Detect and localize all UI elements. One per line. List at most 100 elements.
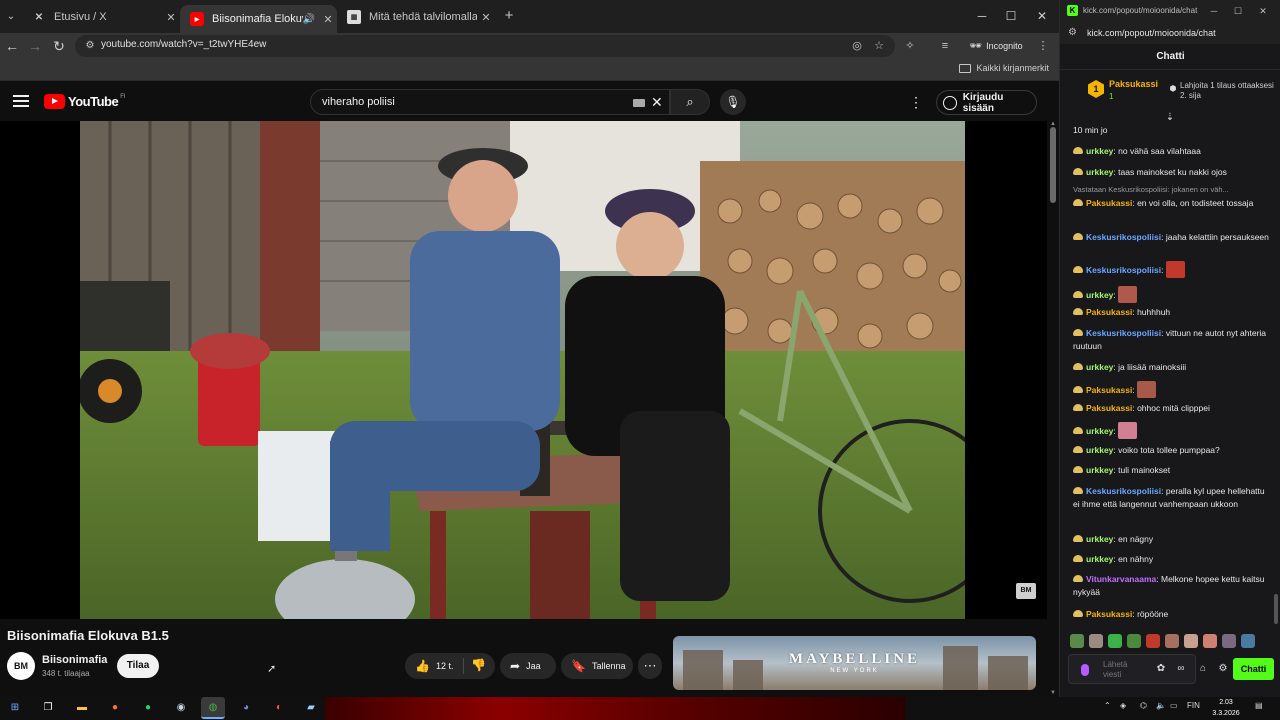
chat-username[interactable]: Keskusrikospoliisi bbox=[1086, 486, 1161, 496]
settings-more-icon[interactable]: ⋮ bbox=[909, 92, 923, 112]
gift-leaderboard[interactable]: 1 Paksukassi 1 ⬢ Lahjoita 1 tilaus ottaa… bbox=[1060, 71, 1280, 113]
discord-icon[interactable]: ◕ bbox=[238, 700, 254, 716]
close-window-icon[interactable]: ✕ bbox=[1256, 4, 1270, 18]
emote-icon[interactable] bbox=[1165, 634, 1179, 648]
scrollbar-thumb[interactable] bbox=[1050, 127, 1056, 203]
chat-message[interactable]: urkkey: bbox=[1073, 422, 1271, 439]
thumbs-down-icon[interactable]: 👎 bbox=[471, 658, 486, 672]
battery-icon[interactable]: ▭ bbox=[1170, 701, 1178, 710]
chat-message[interactable]: Keskusrikospoliisi: bbox=[1073, 261, 1271, 278]
close-tab-icon[interactable]: ✕ bbox=[162, 11, 180, 24]
ad-banner[interactable]: MAYBELLINE NEW YORK bbox=[673, 636, 1036, 690]
chat-username[interactable]: urkkey bbox=[1086, 534, 1113, 544]
close-tab-icon[interactable]: ✕ bbox=[477, 11, 495, 24]
eye-off-icon[interactable]: ◎ bbox=[849, 38, 865, 54]
chat-username[interactable]: urkkey bbox=[1086, 290, 1113, 300]
scroll-down-icon[interactable]: ▼ bbox=[1049, 690, 1057, 696]
chat-username[interactable]: Keskusrikospoliisi bbox=[1086, 265, 1161, 275]
chat-username[interactable]: Paksukassi bbox=[1086, 609, 1132, 619]
file-explorer-icon[interactable]: ▬ bbox=[74, 700, 90, 716]
chat-username[interactable]: Paksukassi bbox=[1086, 403, 1132, 413]
search-input[interactable]: viheraho poliisi ✕ bbox=[310, 89, 670, 115]
chat-message[interactable]: Paksukassi: bbox=[1073, 381, 1271, 398]
menu-icon[interactable] bbox=[13, 95, 29, 109]
address-bar[interactable]: ⚙ youtube.com/watch?v=_t2twYHE4ew ◎ ☆ bbox=[75, 35, 895, 57]
emote-icon[interactable] bbox=[1222, 634, 1236, 648]
video-player[interactable]: BM bbox=[0, 121, 1047, 619]
all-bookmarks-button[interactable]: Kaikki kirjanmerkit bbox=[959, 63, 1049, 73]
youtube-logo[interactable]: YouTube FI bbox=[44, 94, 126, 109]
steam-icon[interactable]: ◉ bbox=[173, 700, 189, 716]
channel-name[interactable]: Biisonimafia bbox=[42, 654, 107, 666]
chat-username[interactable]: urkkey bbox=[1086, 362, 1113, 372]
chat-message[interactable]: urkkey: tuli mainokset bbox=[1073, 464, 1271, 477]
chat-message[interactable]: urkkey: voiko tota tollee pumppaa? bbox=[1073, 444, 1271, 457]
emote-icon[interactable] bbox=[1184, 634, 1198, 648]
chat-message[interactable]: Paksukassi: en voi olla, on todisteet to… bbox=[1073, 197, 1271, 210]
language-indicator[interactable]: FIN bbox=[1187, 701, 1200, 710]
emote-icon[interactable] bbox=[1241, 634, 1255, 648]
send-chat-button[interactable]: Chatti bbox=[1233, 658, 1274, 680]
chat-username[interactable]: Paksukassi bbox=[1086, 198, 1132, 208]
chat-message[interactable]: Paksukassi: ohhoc mitä clipppei bbox=[1073, 402, 1271, 415]
channel-watermark[interactable]: BM bbox=[1016, 583, 1036, 599]
chat-username[interactable]: Vitunkarvanaama bbox=[1086, 574, 1156, 584]
back-icon[interactable]: ← bbox=[1, 35, 23, 57]
tray-app-icon[interactable]: ◈ bbox=[1120, 701, 1126, 710]
spotify-icon[interactable]: ● bbox=[140, 700, 156, 716]
share-button[interactable]: ➦ Jaa bbox=[500, 653, 556, 679]
emote-icon[interactable] bbox=[1127, 634, 1141, 648]
close-tab-icon[interactable]: ✕ bbox=[319, 13, 337, 26]
subscribe-button[interactable]: Tilaa bbox=[117, 654, 159, 678]
volume-icon[interactable]: 🔈 bbox=[1156, 701, 1166, 710]
chat-message[interactable]: urkkey: bbox=[1073, 286, 1271, 303]
emote-icon[interactable] bbox=[1203, 634, 1217, 648]
task-view-icon[interactable]: ❐ bbox=[40, 700, 56, 716]
emote-picker-icon[interactable]: ✿ bbox=[1154, 662, 1168, 676]
link-icon[interactable]: ∞ bbox=[1174, 662, 1188, 676]
chat-username[interactable]: urkkey bbox=[1086, 554, 1113, 564]
microphone-icon[interactable] bbox=[1081, 664, 1089, 676]
collapse-leaderboard-icon[interactable]: ⇣ bbox=[1163, 113, 1177, 123]
chat-username[interactable]: Paksukassi bbox=[1086, 385, 1132, 395]
firefox-icon[interactable]: ● bbox=[107, 700, 123, 716]
channel-avatar[interactable]: BM bbox=[7, 652, 35, 680]
chat-message[interactable]: Vitunkarvanaama: Melkone hopee kettu kai… bbox=[1073, 573, 1271, 599]
new-tab-button[interactable]: + bbox=[500, 7, 518, 25]
voice-search-button[interactable]: 🎙 bbox=[720, 89, 746, 115]
chat-username[interactable]: Keskusrikospoliisi bbox=[1086, 232, 1161, 242]
chat-username[interactable]: Keskusrikospoliisi bbox=[1086, 328, 1161, 338]
tab-search-chevron-icon[interactable]: ⌄ bbox=[3, 8, 19, 26]
tab-youtube[interactable]: ▶ Biisonimafia Elokuva B1.5 - 🔊 ✕ bbox=[180, 5, 337, 33]
save-button[interactable]: 🔖 Tallenna bbox=[561, 653, 633, 679]
tray-arrow-icon[interactable]: ⌃ bbox=[1104, 701, 1111, 710]
chrome-menu-icon[interactable]: ⋮ bbox=[1033, 36, 1053, 56]
chat-settings-icon[interactable]: ⚙ bbox=[1216, 662, 1230, 676]
incognito-indicator[interactable]: 🕶 Incognito bbox=[962, 35, 1030, 57]
chat-message[interactable]: 10 min jo bbox=[1073, 124, 1271, 137]
network-icon[interactable]: ⌬ bbox=[1140, 701, 1147, 710]
emote-icon[interactable] bbox=[1146, 634, 1160, 648]
site-info-icon[interactable]: ⚙ bbox=[1068, 27, 1077, 38]
maximize-icon[interactable]: ☐ bbox=[1231, 4, 1245, 18]
reload-icon[interactable]: ↻ bbox=[48, 35, 70, 57]
forward-icon[interactable]: → bbox=[24, 35, 46, 57]
chat-message[interactable]: Paksukassi: huhhhuh bbox=[1073, 306, 1271, 319]
app-icon[interactable]: ◐ bbox=[271, 700, 287, 716]
keyboard-icon[interactable] bbox=[633, 99, 645, 107]
chat-username[interactable]: Paksukassi bbox=[1086, 307, 1132, 317]
chat-message[interactable]: urkkey: no vähä saa vilahtaaa bbox=[1073, 145, 1271, 158]
tab-jyvaskyla[interactable]: ▦ Mitä tehdä talvilomalla Jyväsky ✕ bbox=[337, 5, 495, 29]
clear-search-icon[interactable]: ✕ bbox=[651, 94, 663, 111]
app-icon[interactable]: ▰ bbox=[303, 700, 319, 716]
chat-message[interactable]: urkkey: ja liisää mainoksiii bbox=[1073, 361, 1271, 374]
maximize-icon[interactable]: ☐ bbox=[999, 6, 1023, 26]
like-button[interactable]: 👍 12 t. 👎 bbox=[405, 653, 495, 679]
close-window-icon[interactable]: ✕ bbox=[1030, 6, 1054, 26]
chat-username[interactable]: urkkey bbox=[1086, 146, 1113, 156]
bookmark-star-icon[interactable]: ☆ bbox=[871, 38, 887, 54]
audio-playing-icon[interactable]: 🔊 bbox=[303, 14, 315, 25]
search-button[interactable]: ⌕ bbox=[670, 89, 710, 115]
tab-x[interactable]: ✕ Etusivu / X ✕ bbox=[22, 5, 180, 29]
minimize-icon[interactable]: ─ bbox=[1207, 4, 1221, 18]
